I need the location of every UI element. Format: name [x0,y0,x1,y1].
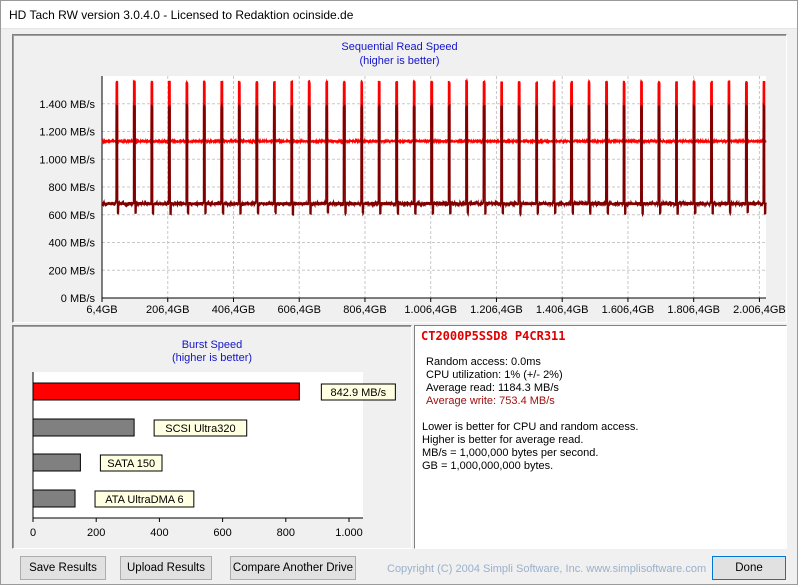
x-tick-label: 206,4GB [146,304,189,316]
average-read-text: Average read: 1184.3 MB/s [426,382,559,394]
y-tick-label: 1.400 MB/s [39,99,95,111]
x-tick-label: 806,4GB [343,304,386,316]
burst-x-tick-label: 200 [87,527,105,539]
x-tick-label: 1.206,4GB [470,304,523,316]
burst-reference-bar [32,453,81,472]
done-button[interactable]: Done [712,556,786,580]
copyright-text: Copyright (C) 2004 Simpli Software, Inc.… [387,563,707,575]
x-tick-label: 1.406,4GB [536,304,589,316]
burst-x-tick-label: 800 [277,527,295,539]
title-bar[interactable]: HD Tach RW version 3.0.4.0 - Licensed to… [1,1,797,29]
y-tick-label: 200 MB/s [49,265,96,277]
x-tick-label: 1.806,4GB [667,304,720,316]
burst-x-tick-label: 1.000 [335,527,363,539]
burst-x-tick-label: 0 [30,527,36,539]
cpu-utilization-text: CPU utilization: 1% (+/- 2%) [426,369,563,381]
results-info-panel: CT2000P5SSD8 P4CR311 Random access: 0.0m… [414,325,787,549]
y-tick-label: 1.200 MB/s [39,127,95,139]
random-access-text: Random access: 0.0ms [426,356,541,368]
x-tick-label: 606,4GB [278,304,321,316]
y-tick-label: 400 MB/s [49,238,96,250]
burst-reference-bar [32,489,76,508]
burst-speed-panel: Burst Speed (higher is better) 0 200 400 60… [12,325,412,549]
y-tick-label: 800 MB/s [49,182,96,194]
x-tick-label: 1.606,4GB [602,304,655,316]
average-write-text: Average write: 753.4 MB/s [426,395,555,407]
burst-category-label: ATA UltraDMA 6 [105,494,183,506]
y-tick-label: 600 MB/s [49,210,96,222]
sequential-read-panel: Sequential Read Speed (higher is better)… [12,34,787,323]
note-cpu-random: Lower is better for CPU and random acces… [422,421,639,433]
window-title: HD Tach RW version 3.0.4.0 - Licensed to… [9,8,354,22]
burst-result-bar [32,382,300,401]
note-mbs-definition: MB/s = 1,000,000 bytes per second. [422,447,599,459]
burst-x-tick-label: 400 [150,527,168,539]
burst-reference-bar [32,418,135,437]
x-tick-label: 2.006,4GB [733,304,786,316]
save-results-button[interactable]: Save Results [20,556,106,580]
burst-speed-chart: 0 200 400 600 800 1.000 842.9 MB/s SCSI Ultra32… [30,372,396,539]
burst-x-tick-label: 600 [213,527,231,539]
y-tick-label: 1.000 MB/s [39,154,95,166]
sequential-read-chart: 0 MB/s200 MB/s400 MB/s600 MB/s800 MB/s1.… [39,76,786,316]
hdtach-window: HD Tach RW version 3.0.4.0 - Licensed to… [0,0,798,585]
note-gb-definition: GB = 1,000,000,000 bytes. [422,460,554,472]
x-tick-label: 406,4GB [212,304,255,316]
burst-category-label: SATA 150 [107,458,155,470]
x-tick-label: 6,4GB [86,304,117,316]
compare-another-drive-button[interactable]: Compare Another Drive [230,556,356,580]
upload-results-button[interactable]: Upload Results [120,556,212,580]
burst-category-label: SCSI Ultra320 [165,423,235,435]
drive-model: CT2000P5SSD8 P4CR311 [421,329,566,343]
burst-value-label: 842.9 MB/s [331,387,387,399]
x-tick-label: 1.006,4GB [404,304,457,316]
note-average-read: Higher is better for average read. [422,434,584,446]
